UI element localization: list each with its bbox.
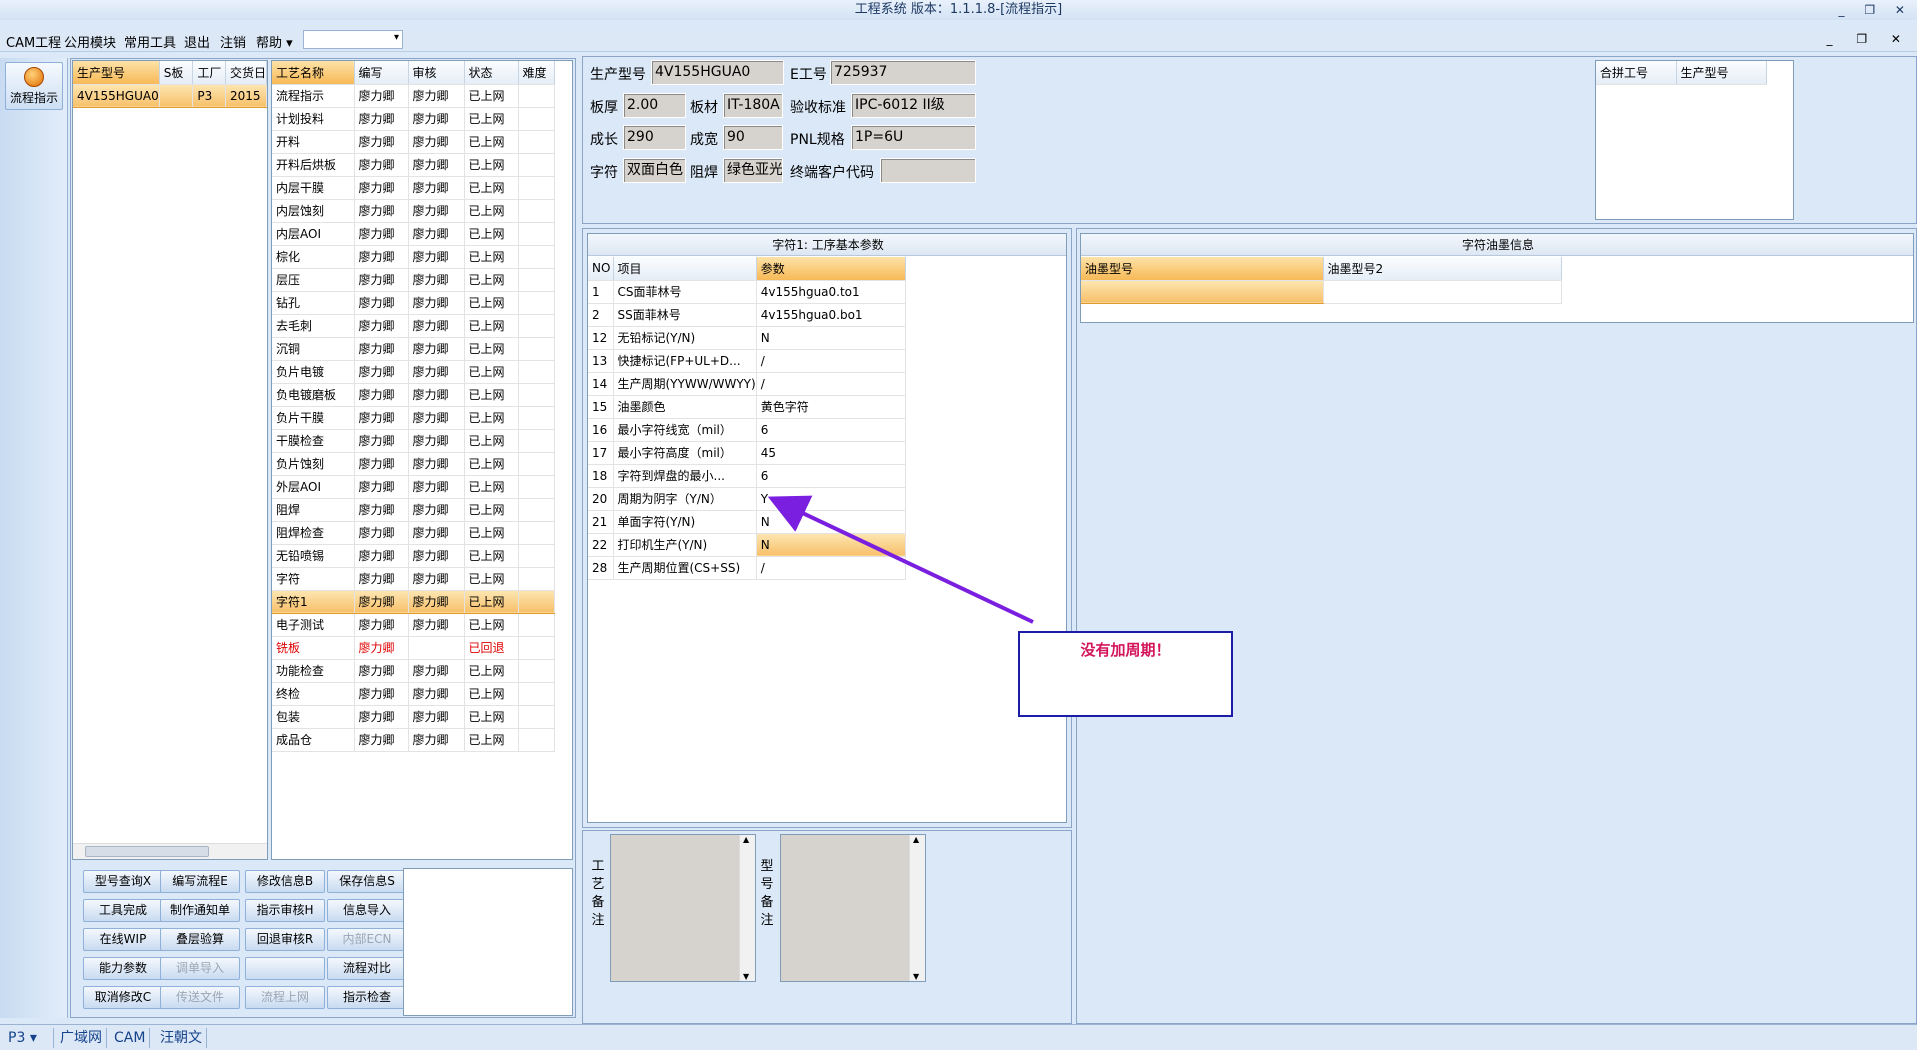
status-network: 广域网: [56, 1028, 107, 1048]
status-user: 汪朝文: [156, 1028, 207, 1048]
status-bar: P3 ▾ 广域网 CAM 汪朝文: [0, 1024, 1917, 1050]
annotation-arrow: [767, 495, 1034, 624]
status-factory[interactable]: P3 ▾: [4, 1028, 54, 1048]
chevron-down-icon: ▾: [29, 1030, 37, 1046]
annotation-callout: 没有加周期！: [1018, 631, 1233, 717]
status-module: CAM: [110, 1028, 151, 1048]
status-factory-value: P3: [8, 1030, 26, 1046]
arrow-line: [767, 495, 1034, 624]
